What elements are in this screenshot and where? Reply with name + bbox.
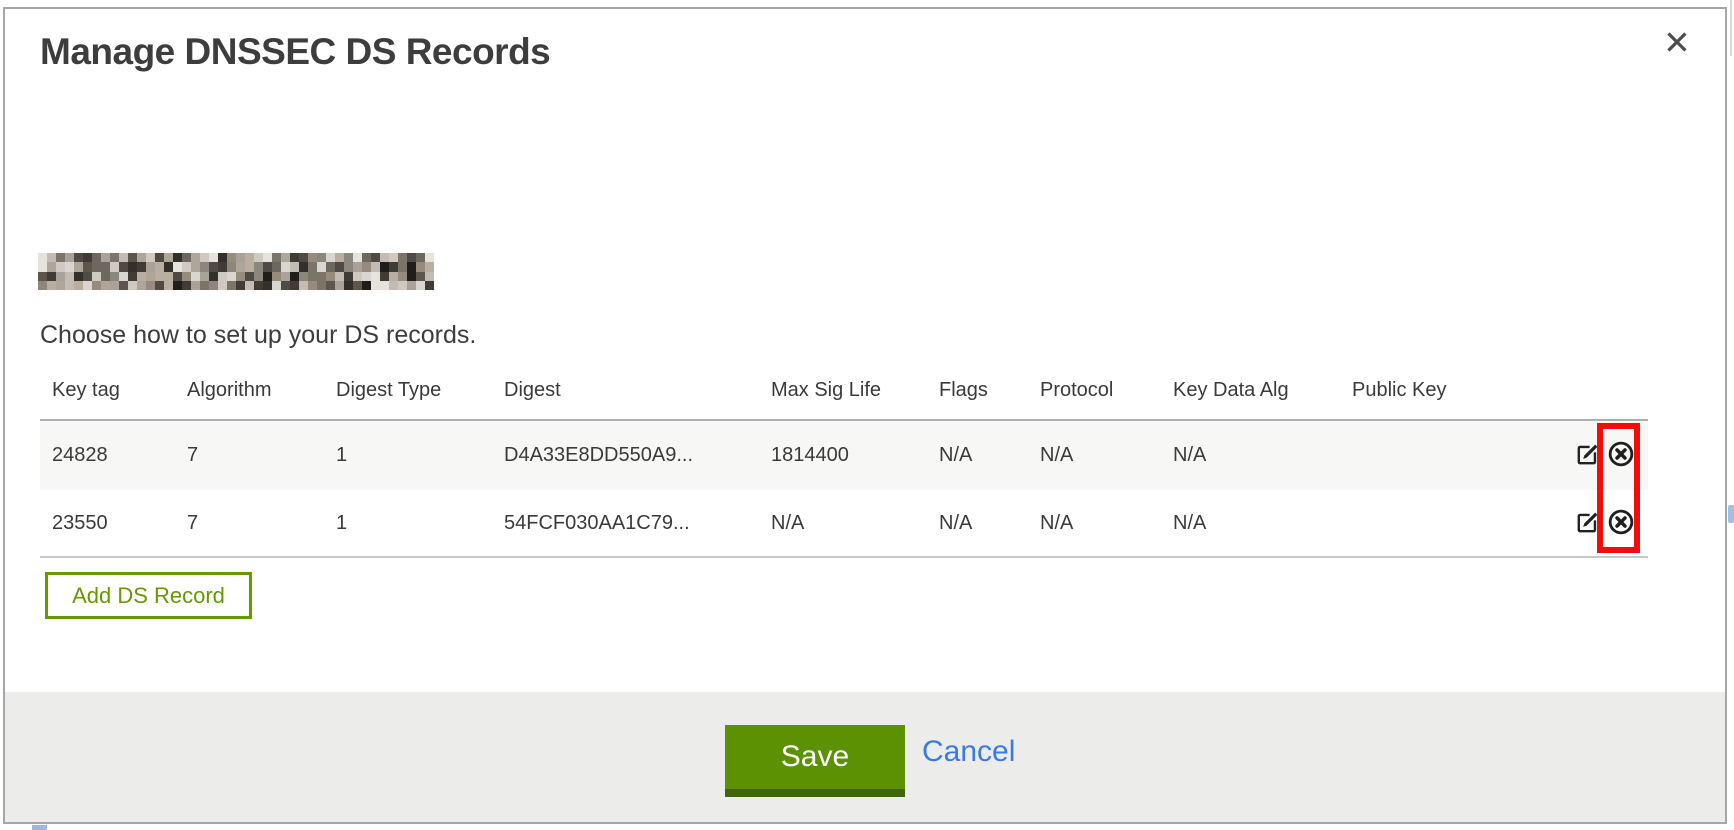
table-row: 23550 7 1 54FCF030AA1C79... N/A N/A N/A … — [40, 490, 1648, 557]
close-button[interactable]: ✕ — [1655, 21, 1699, 65]
cell-algorithm: 7 — [175, 490, 324, 557]
cell-protocol: N/A — [1028, 420, 1161, 490]
add-ds-record-button[interactable]: Add DS Record — [45, 572, 252, 619]
column-header-algorithm: Algorithm — [175, 361, 324, 420]
delete-record-button[interactable] — [1607, 442, 1635, 470]
background-artifact — [1728, 505, 1734, 523]
cell-max-sig-life: N/A — [759, 490, 927, 557]
circle-x-icon — [1607, 508, 1635, 539]
cell-flags: N/A — [927, 420, 1028, 490]
cancel-link[interactable]: Cancel — [922, 735, 1015, 769]
cell-public-key — [1340, 490, 1524, 557]
cell-protocol: N/A — [1028, 490, 1161, 557]
table-header-row: Key tag Algorithm Digest Type Digest Max… — [40, 361, 1648, 420]
cell-key-data-alg: N/A — [1161, 490, 1340, 557]
column-header-public-key: Public Key — [1340, 361, 1524, 420]
domain-name-redacted — [38, 253, 434, 290]
cell-digest-type: 1 — [324, 420, 492, 490]
cell-digest: 54FCF030AA1C79... — [492, 490, 759, 557]
column-header-actions — [1524, 361, 1648, 420]
instruction-text: Choose how to set up your DS records. — [40, 321, 476, 350]
table-row: 24828 7 1 D4A33E8DD550A9... 1814400 N/A … — [40, 420, 1648, 490]
circle-x-icon — [1607, 440, 1635, 471]
cell-key-tag: 23550 — [40, 490, 175, 557]
ds-records-table: Key tag Algorithm Digest Type Digest Max… — [40, 361, 1648, 558]
cell-public-key — [1340, 420, 1524, 490]
save-button[interactable]: Save — [725, 725, 905, 797]
dialog-title: Manage DNSSEC DS Records — [40, 31, 550, 73]
column-header-digest-type: Digest Type — [324, 361, 492, 420]
cell-flags: N/A — [927, 490, 1028, 557]
cell-digest: D4A33E8DD550A9... — [492, 420, 759, 490]
column-header-flags: Flags — [927, 361, 1028, 420]
background-artifact — [32, 825, 47, 830]
edit-record-button[interactable] — [1574, 442, 1602, 470]
edit-record-button[interactable] — [1574, 509, 1602, 537]
pencil-square-icon — [1575, 509, 1601, 538]
column-header-key-data-alg: Key Data Alg — [1161, 361, 1340, 420]
cell-digest-type: 1 — [324, 490, 492, 557]
background-artifact — [1730, 0, 1732, 56]
cell-max-sig-life: 1814400 — [759, 420, 927, 490]
delete-record-button[interactable] — [1607, 509, 1635, 537]
column-header-max-sig-life: Max Sig Life — [759, 361, 927, 420]
cell-key-tag: 24828 — [40, 420, 175, 490]
close-icon: ✕ — [1663, 23, 1691, 62]
column-header-protocol: Protocol — [1028, 361, 1161, 420]
cell-algorithm: 7 — [175, 420, 324, 490]
dnssec-ds-records-dialog: Manage DNSSEC DS Records ✕ Choose how to… — [3, 7, 1727, 824]
dialog-footer: Save Cancel — [5, 692, 1725, 822]
column-header-key-tag: Key tag — [40, 361, 175, 420]
cell-key-data-alg: N/A — [1161, 420, 1340, 490]
column-header-digest: Digest — [492, 361, 759, 420]
pencil-square-icon — [1575, 441, 1601, 470]
